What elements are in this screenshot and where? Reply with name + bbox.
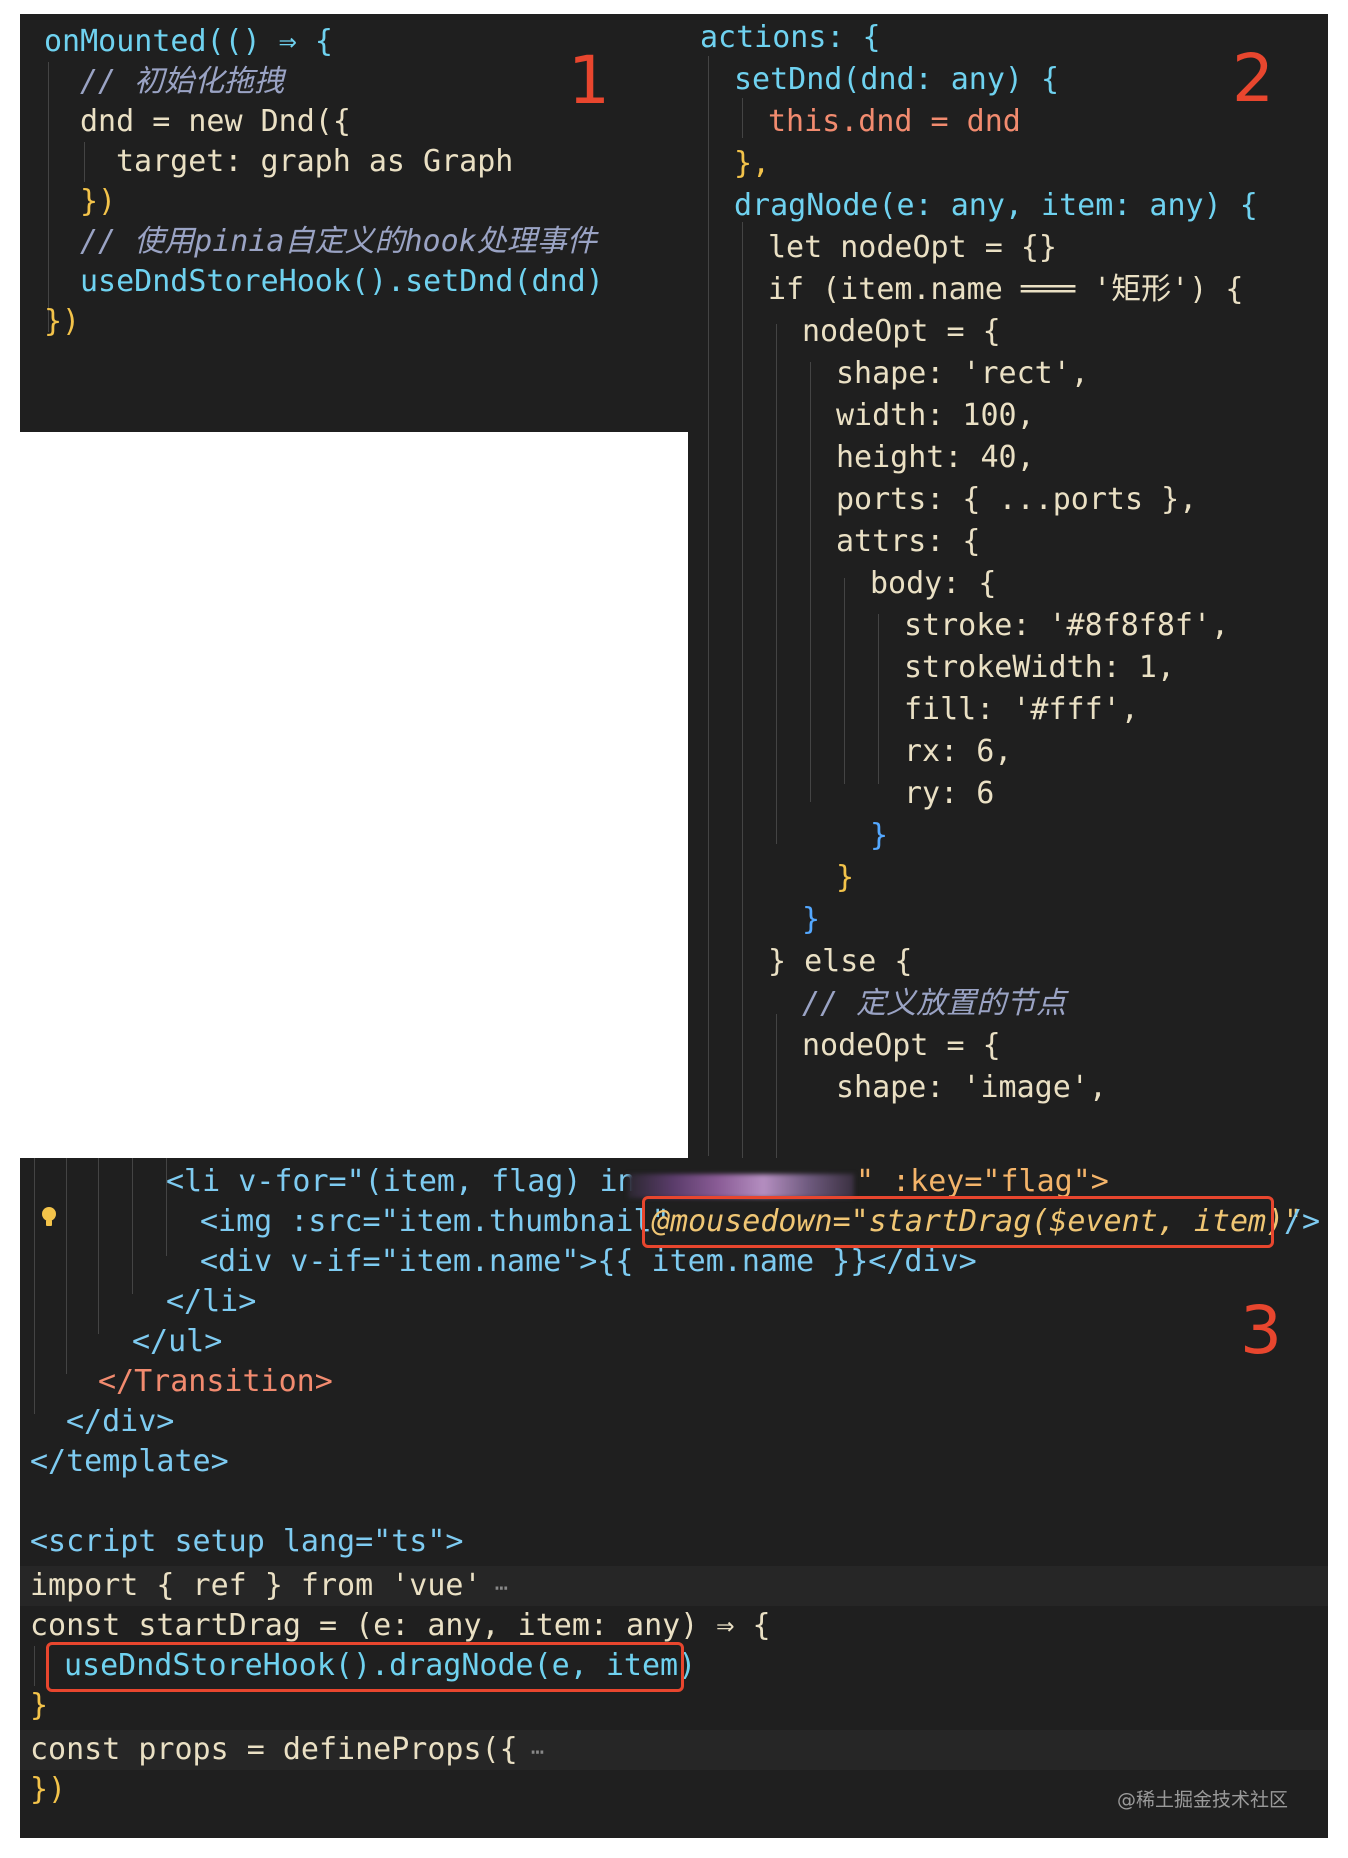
code-line: nodeOpt = { (802, 1028, 1001, 1063)
code-line: <img :src="item.thumbnail" (200, 1204, 670, 1239)
fold-ellipsis-icon[interactable]: ⋯ (482, 1576, 508, 1601)
code-line: } (802, 902, 821, 937)
annotation-number-3: 3 (1240, 1292, 1282, 1369)
code-line: } (870, 818, 889, 853)
code-line: height: 40, (836, 440, 1035, 475)
code-line: </ul> (132, 1324, 223, 1359)
code-line: if (item.name ═══ '矩形') { (768, 272, 1244, 307)
code-comment: // 初始化拖拽 (80, 64, 285, 99)
code-line: </div> (66, 1404, 175, 1439)
code-line: <script setup lang="ts"> (30, 1524, 464, 1559)
code-line: strokeWidth: 1, (904, 650, 1175, 685)
code-comment: // 使用pinia自定义的hook处理事件 (80, 224, 597, 259)
lightbulb-icon[interactable] (40, 1206, 58, 1228)
code-line: </li> (166, 1284, 257, 1319)
code-line: }) (80, 184, 117, 219)
code-line: }, (734, 146, 771, 181)
code-line: }) (44, 304, 81, 339)
code-line: </Transition> (98, 1364, 333, 1399)
code-line: const startDrag = (e: any, item: any) ⇒ … (30, 1608, 771, 1643)
code-line: rx: 6, (904, 734, 1013, 769)
code-line: nodeOpt = { (802, 314, 1001, 349)
code-line: import { ref } from 'vue' ⋯ (30, 1568, 509, 1603)
code-line: </template> (30, 1444, 229, 1479)
code-line: fill: '#fff', (904, 692, 1139, 727)
code-comment: // 定义放置的节点 (802, 986, 1067, 1021)
code-line: body: { (870, 566, 997, 601)
code-line: ports: { ...ports }, (836, 482, 1198, 517)
code-line: } (30, 1688, 49, 1723)
code-line: attrs: { (836, 524, 981, 559)
code-line: width: 100, (836, 398, 1035, 433)
code-line: } (836, 860, 855, 895)
annotation-number-2: 2 (1232, 40, 1274, 117)
code-line: let nodeOpt = {} (768, 230, 1057, 265)
highlight-box-dragnode (46, 1642, 684, 1692)
code-line: /> (1284, 1204, 1321, 1239)
code-line: this.dnd = dnd (768, 104, 1021, 139)
code-panel-3: <li v-for="(item, flag) in " :key="flag"… (20, 1158, 1328, 1838)
code-line: }) (30, 1772, 67, 1807)
fold-ellipsis-icon[interactable]: ⋯ (518, 1740, 544, 1765)
code-line: stroke: '#8f8f8f', (904, 608, 1230, 643)
code-line: <div v-if="item.name">{{ item.name }}</d… (200, 1244, 977, 1279)
code-line: shape: 'rect', (836, 356, 1089, 391)
code-line: dnd = new Dnd({ (80, 104, 351, 139)
code-panel-2: actions: { setDnd(dnd: any) { this.dnd =… (688, 14, 1328, 1158)
code-line: actions: { (700, 20, 881, 55)
redacted-text (628, 1174, 854, 1198)
code-line: const props = defineProps({ ⋯ (30, 1732, 545, 1767)
code-line: <li v-for="(item, flag) in (166, 1164, 636, 1199)
code-line: dragNode(e: any, item: any) { (734, 188, 1258, 223)
code-line: ry: 6 (904, 776, 995, 811)
highlight-box-mousedown (642, 1196, 1274, 1248)
code-line: onMounted(() ⇒ { (44, 24, 333, 59)
code-line: } else { (768, 944, 913, 979)
annotation-number-1: 1 (568, 42, 610, 119)
watermark: @稀土掘金技术社区 (1116, 1789, 1288, 1811)
code-line: target: graph as Graph (116, 144, 514, 179)
code-line: shape: 'image', (836, 1070, 1107, 1105)
code-line: useDndStoreHook().setDnd(dnd) (80, 264, 604, 299)
code-line: setDnd(dnd: any) { (734, 62, 1060, 97)
code-panel-1: onMounted(() ⇒ { // 初始化拖拽 dnd = new Dnd(… (20, 14, 688, 432)
